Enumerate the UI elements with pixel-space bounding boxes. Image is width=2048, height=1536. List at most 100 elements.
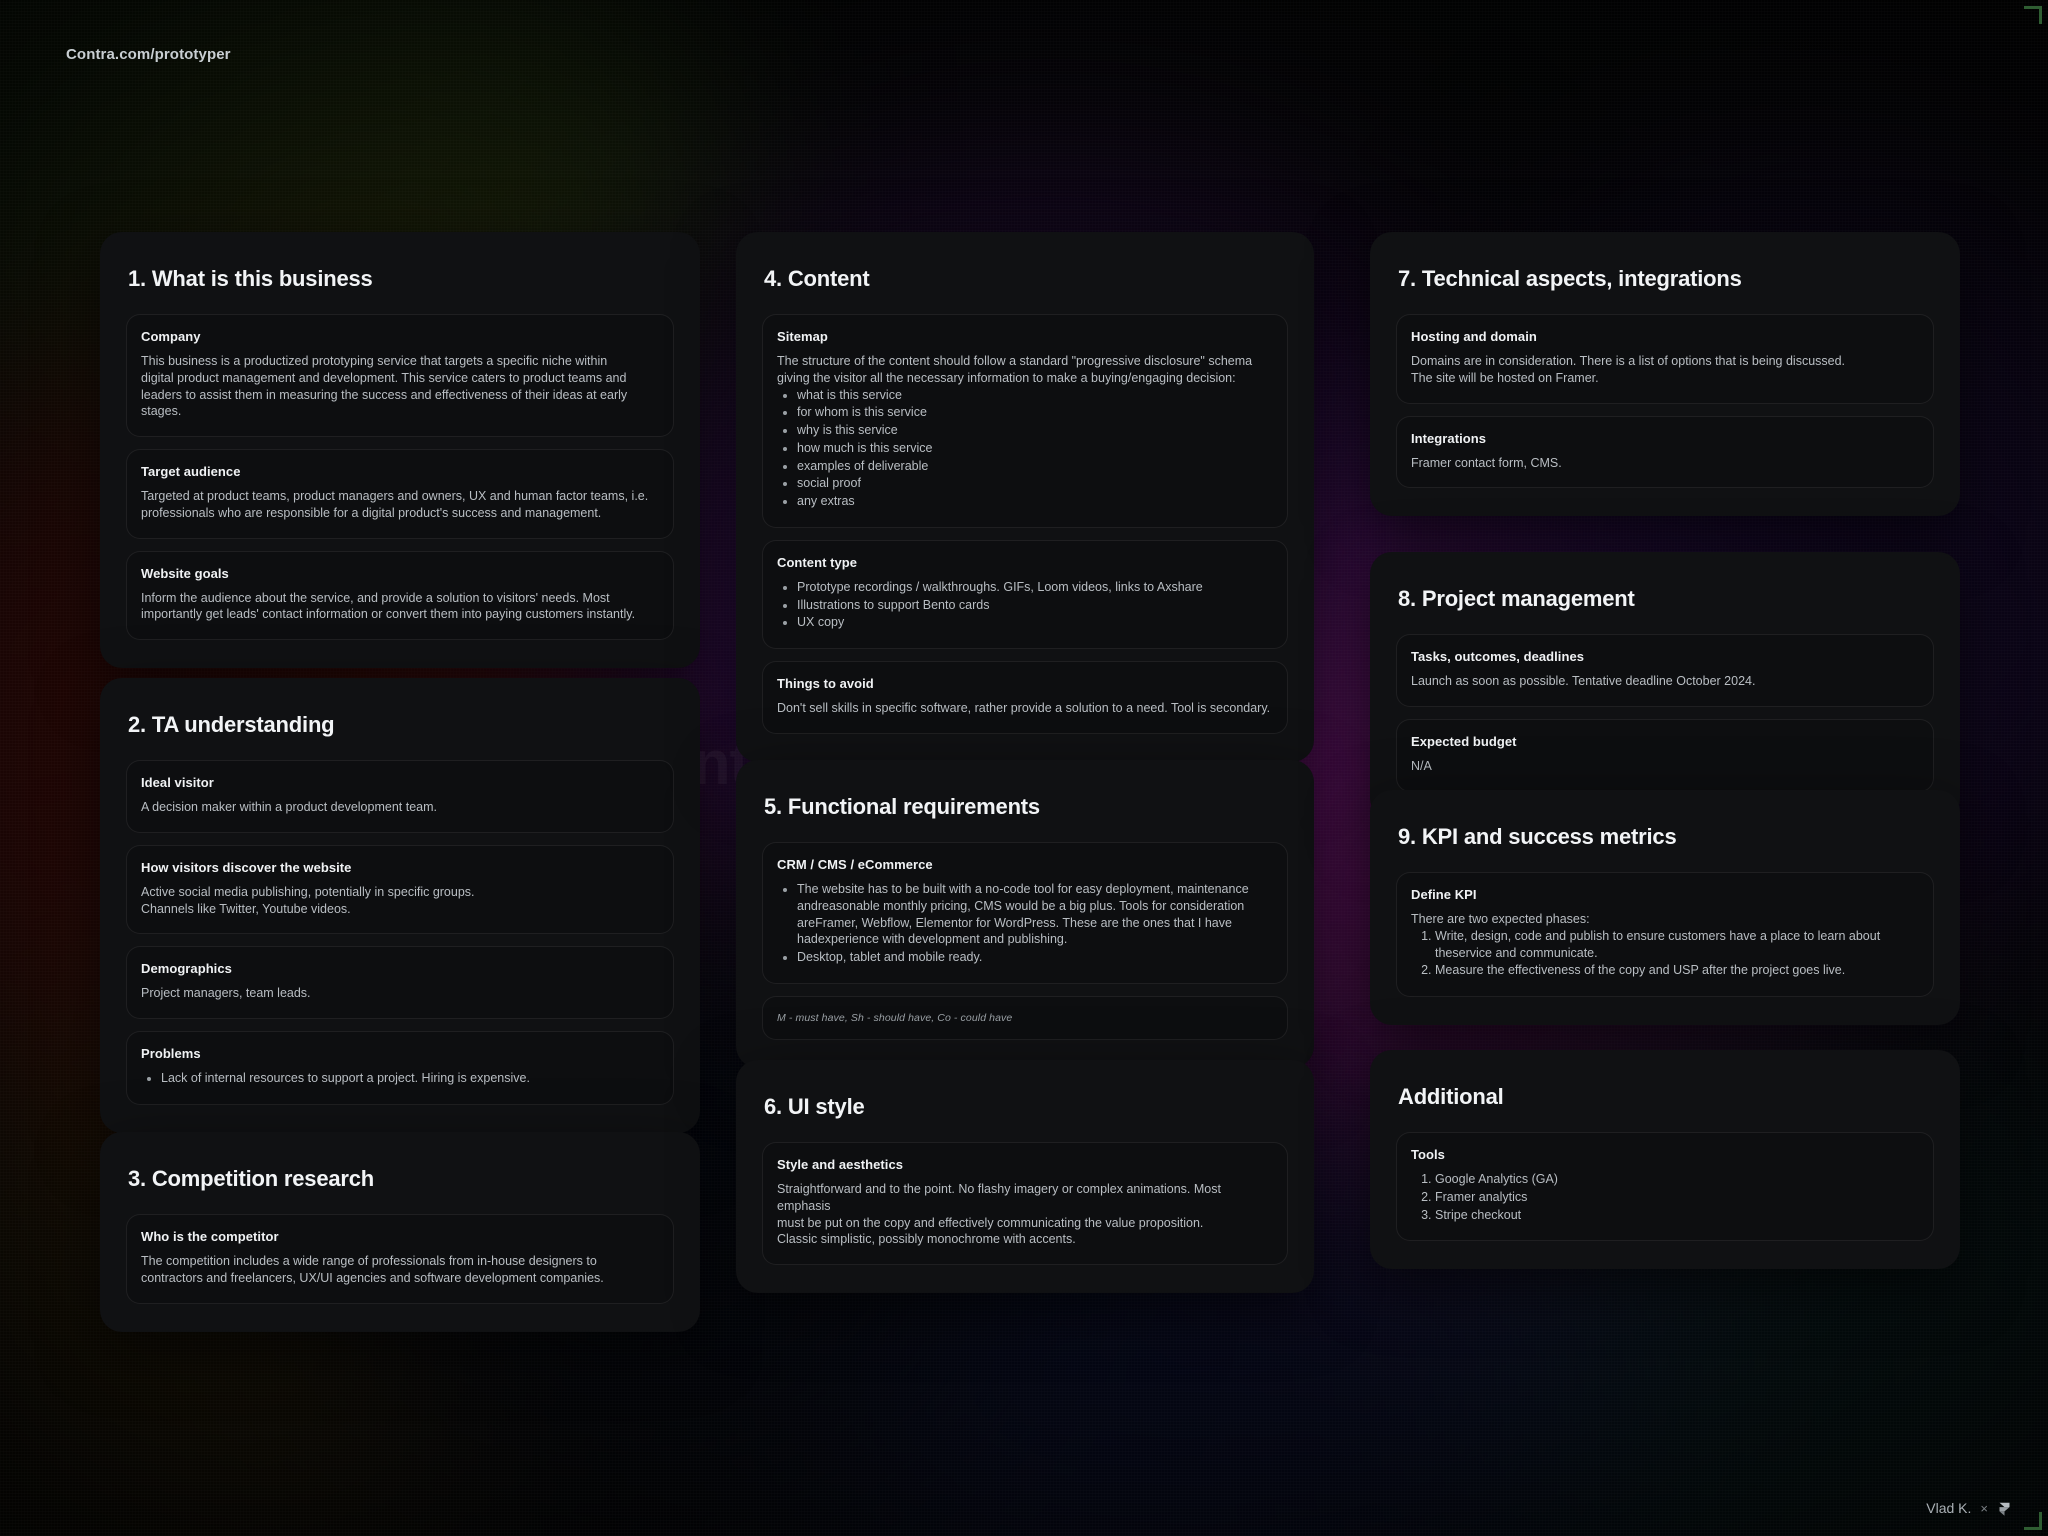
section-title: 6. UI style <box>764 1094 865 1119</box>
footer-credit: Vlad K. × <box>1926 1500 2012 1516</box>
list-item: UX copy <box>797 614 1273 631</box>
section-5-functional-requirements: 5. Functional requirements CRM / CMS / eC… <box>736 760 1314 1068</box>
section-3-competition-research: 3. Competition research Who is the compet… <box>100 1132 700 1332</box>
card-text-line: There are two expected phases: <box>1411 912 1590 926</box>
card-body-text: Straightforward and to the point. No fla… <box>777 1181 1273 1248</box>
section-4-content: 4. Content Sitemap The structure of the co… <box>736 232 1314 762</box>
card-define-kpi: Define KPI There are two expected phases:… <box>1396 872 1934 997</box>
card-note: M - must have, Sh - should have, Co - co… <box>777 1011 1013 1024</box>
list-item: Stripe checkout <box>1435 1207 1919 1224</box>
card-numbered-list: Write, design, code and publish to ensur… <box>1411 928 1919 979</box>
section-inner: Additional Tools Google Analytics (GA)Fram… <box>1370 1050 1960 1269</box>
card-body-text: Don't sell skills in specific software, … <box>777 700 1273 717</box>
section-1-what-is-this-business: 1. What is this business Company This busi… <box>100 232 700 668</box>
card-body-text: Active social media publishing, potentia… <box>141 884 659 918</box>
card-text-line: N/A <box>1411 758 1432 773</box>
card-text-line: Targeted at product teams, product manag… <box>141 489 649 503</box>
list-item: Lack of internal resources to support a … <box>161 1070 659 1087</box>
list-item: Illustrations to support Bento cards <box>797 597 1273 614</box>
card-integrations: Integrations Framer contact form, CMS. <box>1396 415 1934 489</box>
list-item-line: Desktop, tablet and mobile ready. <box>797 950 983 964</box>
list-item: Prototype recordings / walkthroughs. GIF… <box>797 579 1273 596</box>
card-target-audience: Target audience Targeted at product teams… <box>126 449 674 539</box>
section-2-ta-understanding: 2. TA understanding Ideal visitor A decisi… <box>100 678 700 1133</box>
section-title: 8. Project management <box>1398 586 1635 611</box>
card-title: Style and aesthetics <box>777 1157 903 1172</box>
section-title: 3. Competition research <box>128 1166 375 1191</box>
card-body-text: Framer contact form, CMS. <box>1411 455 1919 472</box>
card-bullet-list: what is this servicefor whom is this ser… <box>777 387 1273 510</box>
list-item: for whom is this service <box>797 404 1273 421</box>
list-item: how much is this service <box>797 440 1273 457</box>
card-title: Hosting and domain <box>1411 329 1537 344</box>
card-text-line: A decision maker within a product develo… <box>141 800 437 814</box>
card-title: Tasks, outcomes, deadlines <box>1411 649 1585 664</box>
list-item: what is this service <box>797 387 1273 404</box>
card-text-line: Project managers, team leads. <box>141 986 311 1001</box>
framer-icon[interactable] <box>1997 1502 2012 1517</box>
card-title: Expected budget <box>1411 733 1517 749</box>
card-text-line: The site will be hosted on Framer. <box>1411 370 1599 385</box>
section-inner: 9. KPI and success metrics Define KPI Ther… <box>1370 790 1960 1025</box>
card-title: Define KPI <box>1411 887 1477 902</box>
card-tasks-outcomes-deadlines: Tasks, outcomes, deadlines Launch as soon… <box>1396 634 1934 707</box>
card-text-line: Don't sell skills in specific software, … <box>777 701 1271 715</box>
card-text-line: Straightforward and to the point. No fla… <box>777 1182 1221 1213</box>
card-body-text: The competition includes a wide range of… <box>141 1253 659 1287</box>
section-inner: 1. What is this business Company This busi… <box>100 232 700 668</box>
card-body-text: Project managers, team leads. <box>141 985 659 1002</box>
list-item: Google Analytics (GA) <box>1435 1171 1919 1188</box>
card-bullet-list: The website has to be built with a no-co… <box>777 881 1273 966</box>
card-numbered-list: Google Analytics (GA)Framer analyticsStr… <box>1411 1171 1919 1223</box>
list-item-line: experience with development and publishi… <box>817 932 1068 947</box>
card-expected-budget: Expected budget N/A <box>1396 718 1934 792</box>
card-title: Sitemap <box>777 329 828 344</box>
card-style-and-aesthetics: Style and aesthetics Straightforward and … <box>762 1142 1288 1265</box>
section-9-kpi-and-success-metrics: 9. KPI and success metrics Define KPI Ther… <box>1370 790 1960 1025</box>
card-body-text: There are two expected phases: <box>1411 911 1919 928</box>
section-title: 4. Content <box>764 266 870 291</box>
card-tools: Tools Google Analytics (GA)Framer analyti… <box>1396 1132 1934 1242</box>
card-m-must-have-sh-should-have-co-could-have: M - must have, Sh - should have, Co - co… <box>762 995 1288 1040</box>
card-text-line: Channels like Twitter, Youtube videos. <box>141 901 351 916</box>
card-title: Ideal visitor <box>141 775 214 790</box>
card-website-goals: Website goals Inform the audience about t… <box>126 550 674 640</box>
section-inner: 4. Content Sitemap The structure of the co… <box>736 232 1314 762</box>
card-title: Integrations <box>1411 430 1486 446</box>
card-title: Tools <box>1411 1147 1445 1162</box>
card-title: Who is the competitor <box>141 1229 279 1244</box>
section-7-technical-aspects-integrations: 7. Technical aspects, integrations Hostin… <box>1370 232 1960 517</box>
card-ideal-visitor: Ideal visitor A decision maker within a p… <box>126 760 674 833</box>
card-how-visitors-discover-the-website: How visitors discover the website Active … <box>126 844 674 935</box>
card-text-line: leaders to assist them in measuring the … <box>141 387 628 402</box>
card-title: Content type <box>777 554 858 570</box>
card-body-text: N/A <box>1411 758 1919 775</box>
card-title: Target audience <box>141 464 241 479</box>
section-inner: 3. Competition research Who is the compet… <box>100 1132 700 1332</box>
card-content-type: Content type Prototype recordings / walkt… <box>762 539 1288 649</box>
card-body-text: A decision maker within a product develo… <box>141 799 659 816</box>
card-text-line: The structure of the content should foll… <box>777 354 1253 368</box>
card-sitemap: Sitemap The structure of the content shou… <box>762 314 1288 528</box>
section-6-ui-style: 6. UI style Style and aesthetics Straightf… <box>736 1060 1314 1293</box>
section-title: Additional <box>1398 1084 1504 1109</box>
card-text-line: Inform the audience about the service, a… <box>141 590 610 605</box>
section-title: 2. TA understanding <box>128 712 335 737</box>
card-body-text: Domains are in consideration. There is a… <box>1411 353 1919 387</box>
footer-author: Vlad K. <box>1926 1500 1972 1516</box>
card-body-text: Targeted at product teams, product manag… <box>141 488 659 522</box>
card-hosting-and-domain: Hosting and domain Domains are in conside… <box>1396 314 1934 404</box>
card-title: Problems <box>141 1046 201 1061</box>
section-8-project-management: 8. Project management Tasks, outcomes, de… <box>1370 552 1960 820</box>
card-company: Company This business is a productized pr… <box>126 314 674 437</box>
card-text-line: Launch as soon as possible. Tentative de… <box>1411 674 1756 688</box>
card-text-line: Domains are in consideration. There is a… <box>1411 354 1846 368</box>
list-item: examples of deliverable <box>797 458 1273 475</box>
card-text-line: This business is a productized prototypi… <box>141 354 608 368</box>
card-text-line: digital product management and developme… <box>141 370 627 385</box>
footer-separator: × <box>1980 1500 1988 1516</box>
section-title: 7. Technical aspects, integrations <box>1398 266 1742 291</box>
card-title: CRM / CMS / eCommerce <box>777 857 933 872</box>
card-body-text: Launch as soon as possible. Tentative de… <box>1411 673 1919 690</box>
section-title: 5. Functional requirements <box>764 794 1040 819</box>
